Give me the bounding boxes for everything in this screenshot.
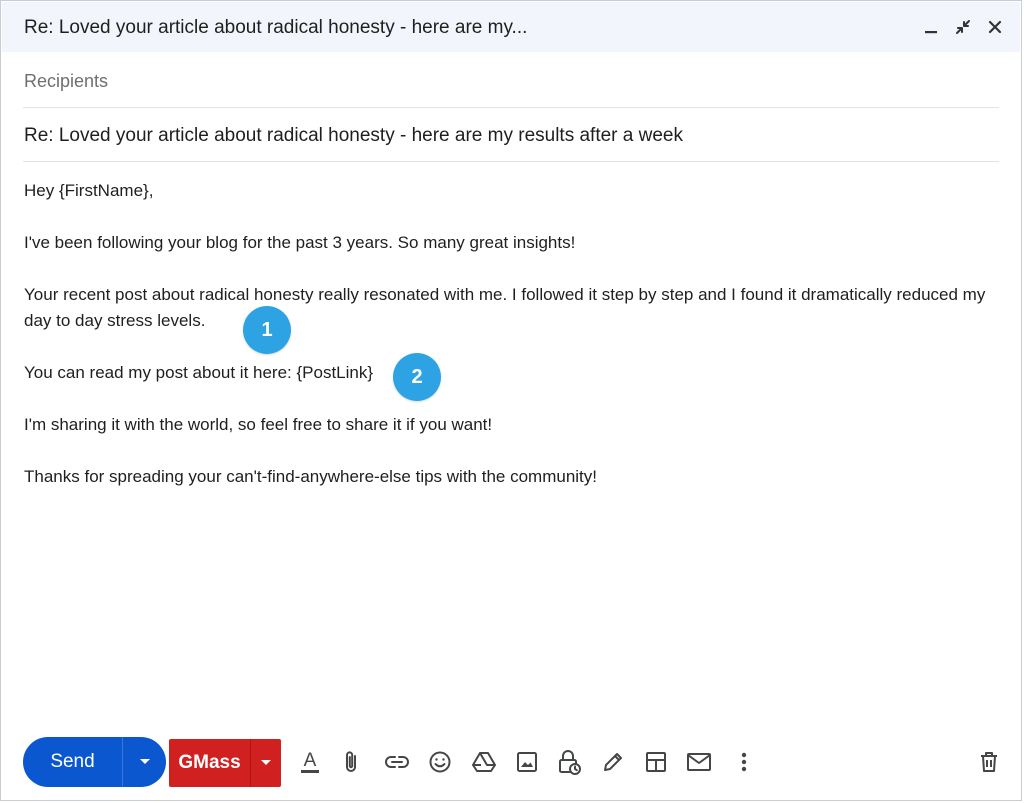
more-options-icon[interactable] — [731, 749, 757, 775]
layout-icon[interactable] — [643, 749, 669, 775]
recipients-field[interactable]: Recipients — [24, 71, 108, 92]
close-icon[interactable] — [984, 16, 1006, 38]
subject-field[interactable]: Re: Loved your article about radical hon… — [24, 125, 683, 147]
body-paragraph: Thanks for spreading your can't-find-any… — [24, 467, 598, 486]
annotation-badge-2: 2 — [393, 353, 441, 401]
minimize-icon[interactable] — [920, 16, 942, 38]
annotation-badge-1: 1 — [243, 306, 291, 354]
compose-title: Re: Loved your article about radical hon… — [24, 17, 528, 38]
signature-pen-icon[interactable] — [600, 749, 626, 775]
gmass-settings-dropdown[interactable] — [251, 739, 281, 787]
link-icon[interactable] — [384, 749, 410, 775]
attach-icon[interactable] — [339, 749, 365, 775]
format-text-icon[interactable]: A — [297, 749, 323, 775]
send-button-group: Send — [23, 737, 166, 787]
emoji-icon[interactable] — [427, 749, 453, 775]
body-paragraph: I'm sharing it with the world, so feel f… — [24, 415, 493, 434]
body-paragraph: Your recent post about radical honesty r… — [24, 285, 986, 330]
photo-icon[interactable] — [514, 749, 540, 775]
divider — [23, 161, 999, 162]
gmass-button[interactable]: GMass — [169, 739, 250, 787]
gmass-button-group: GMass — [169, 739, 281, 787]
exit-fullscreen-icon[interactable] — [952, 16, 974, 38]
send-button[interactable]: Send — [23, 737, 122, 787]
divider — [23, 107, 999, 108]
trash-icon[interactable] — [976, 749, 1002, 775]
compose-window: Re: Loved your article about radical hon… — [0, 0, 1022, 801]
caret-down-icon — [139, 759, 150, 764]
compose-header: Re: Loved your article about radical hon… — [2, 2, 1020, 52]
body-paragraph: You can read my post about it here: {Pos… — [24, 363, 374, 382]
template-email-icon[interactable] — [686, 749, 712, 775]
compose-toolbar: Send GMass A — [23, 737, 1007, 787]
drive-icon[interactable] — [471, 749, 497, 775]
body-paragraph: I've been following your blog for the pa… — [24, 233, 576, 252]
message-body[interactable]: Hey {FirstName}, I've been following you… — [24, 178, 1004, 516]
confidential-lock-icon[interactable] — [557, 749, 583, 775]
send-options-dropdown[interactable] — [123, 737, 166, 787]
body-paragraph: Hey {FirstName}, — [24, 181, 154, 200]
header-controls — [920, 16, 1006, 38]
caret-down-icon — [261, 760, 271, 765]
